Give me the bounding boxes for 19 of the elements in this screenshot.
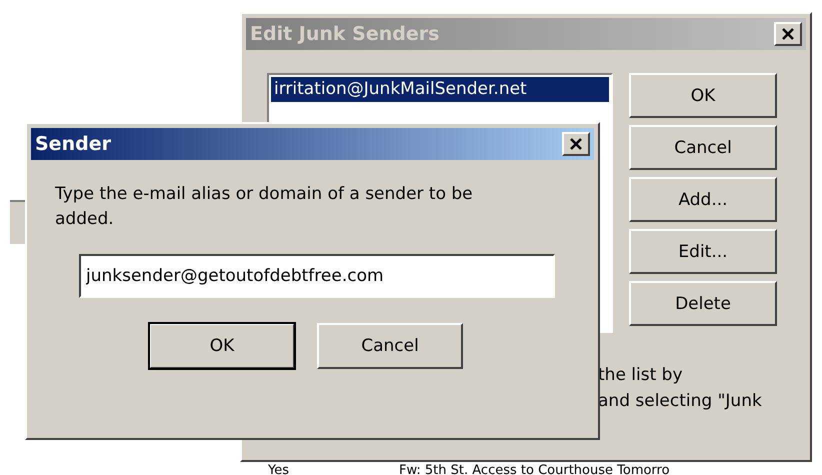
close-icon [569, 138, 583, 150]
dialog-button[interactable]: Edit... [629, 229, 777, 274]
dialog-button[interactable]: Add... [629, 177, 777, 222]
prompt-text: Type the e-mail alias or domain of a sender to be added. [55, 183, 474, 231]
dialog-button[interactable]: Cancel [629, 125, 777, 170]
hint-text: and selecting "Junk [598, 390, 762, 413]
dialog-button[interactable]: Cancel [317, 323, 463, 369]
table-cell: Fw: 5th St. Access to Courthouse Tomorro [399, 463, 670, 475]
list-item[interactable]: irritation@JunkMailSender.net [271, 77, 609, 102]
window-title: Edit Junk Senders [250, 23, 440, 45]
dialog-button[interactable]: Delete [629, 281, 777, 326]
window-title: Sender [35, 133, 111, 155]
table-cell: Yes [268, 463, 289, 475]
dialog-button[interactable]: OK [629, 73, 777, 118]
close-button[interactable] [562, 132, 590, 156]
close-button[interactable] [774, 22, 802, 46]
input-field[interactable]: junksender@getoutofdebtfree.com [79, 254, 555, 298]
close-icon [781, 28, 795, 40]
dialog-button[interactable]: OK [149, 323, 295, 369]
